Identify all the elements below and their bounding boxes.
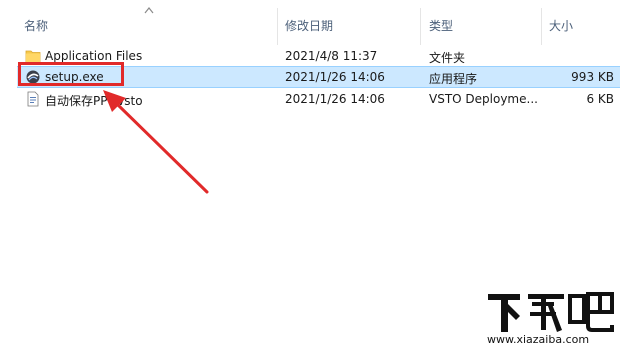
watermark-url: www.xiazaiba.com [487, 333, 590, 346]
file-name: 自动保存PPT.vsto [45, 94, 143, 108]
column-divider[interactable] [277, 8, 278, 45]
sort-ascending-icon [144, 7, 154, 14]
file-type: 应用程序 [429, 72, 478, 86]
column-header: 名称 修改日期 类型 大小 [0, 0, 620, 45]
column-divider[interactable] [541, 8, 542, 45]
file-type: VSTO Deployme... [429, 92, 538, 106]
file-modified: 2021/4/8 11:37 [285, 49, 378, 63]
annotation-highlight-box [18, 62, 124, 86]
file-row-vsto[interactable]: 自动保存PPT.vsto 2021/1/26 14:06 VSTO Deploy… [17, 88, 620, 110]
file-name: Application Files [45, 49, 143, 63]
file-modified: 2021/1/26 14:06 [285, 92, 385, 106]
file-size: 993 KB [571, 70, 614, 84]
column-header-size[interactable]: 大小 [549, 17, 573, 34]
column-header-name[interactable]: 名称 [24, 17, 48, 34]
file-type: 文件夹 [429, 51, 466, 65]
column-header-type[interactable]: 类型 [429, 17, 453, 34]
column-divider[interactable] [420, 8, 421, 45]
vsto-file-icon [27, 91, 39, 107]
file-size: 6 KB [586, 92, 614, 106]
file-modified: 2021/1/26 14:06 [285, 70, 385, 84]
column-header-modified[interactable]: 修改日期 [285, 17, 333, 34]
